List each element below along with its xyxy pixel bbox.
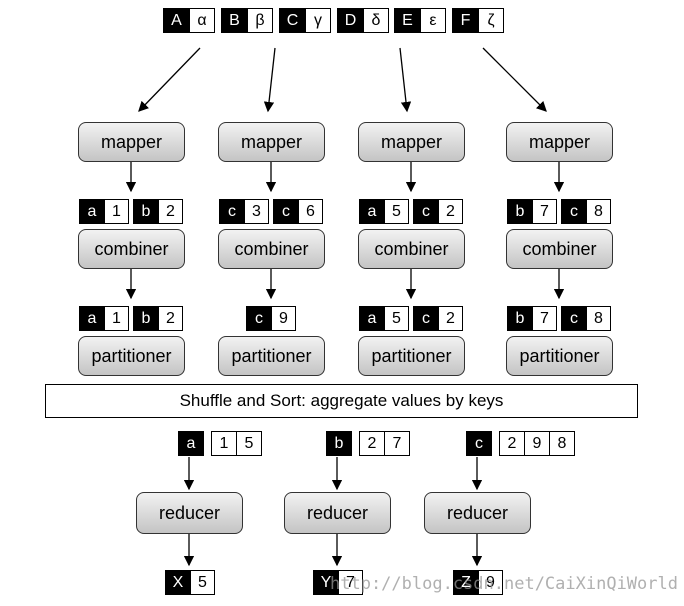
input-value: γ xyxy=(305,8,331,33)
input-key: D xyxy=(337,8,364,33)
partitioner-box: partitioner xyxy=(506,336,613,376)
partitioner-box: partitioner xyxy=(78,336,185,376)
input-value: δ xyxy=(363,8,389,33)
pair-value: 7 xyxy=(532,306,557,331)
reducer-key: b xyxy=(326,431,352,456)
input-key: C xyxy=(279,8,306,33)
pair-key: b xyxy=(133,306,159,331)
reducer-input-value: 1 xyxy=(211,431,237,456)
pair-value: 6 xyxy=(298,199,323,224)
pair-key: b xyxy=(507,306,533,331)
pair-value: 5 xyxy=(384,306,409,331)
pair-value: 7 xyxy=(532,199,557,224)
reducer-input-value: 9 xyxy=(524,431,550,456)
input-value: α xyxy=(189,8,215,33)
arrow xyxy=(138,47,201,112)
combiner-box: combiner xyxy=(78,229,185,269)
pair-value: 8 xyxy=(586,306,611,331)
reducer-input-value: 8 xyxy=(549,431,575,456)
input-key: B xyxy=(221,8,248,33)
input-value: ζ xyxy=(478,8,504,33)
shuffle-and-sort-box: Shuffle and Sort: aggregate values by ke… xyxy=(45,384,638,418)
pair-key: b xyxy=(507,199,533,224)
pair-value: 2 xyxy=(158,199,183,224)
reducer-input-value: 2 xyxy=(359,431,385,456)
partitioner-box: partitioner xyxy=(218,336,325,376)
input-key: A xyxy=(163,8,190,33)
mapreduce-diagram: Shuffle and Sort: aggregate values by ke… xyxy=(0,0,684,606)
input-value: ε xyxy=(420,8,446,33)
pair-key: c xyxy=(413,306,439,331)
output-key: X xyxy=(165,570,191,595)
mapper-box: mapper xyxy=(78,122,185,162)
reducer-input-value: 2 xyxy=(499,431,525,456)
pair-key: c xyxy=(273,199,299,224)
pair-key: c xyxy=(561,199,587,224)
combiner-box: combiner xyxy=(506,229,613,269)
arrow xyxy=(482,47,547,112)
pair-value: 9 xyxy=(271,306,296,331)
input-key: F xyxy=(452,8,479,33)
pair-value: 5 xyxy=(384,199,409,224)
pair-key: c xyxy=(219,199,245,224)
pair-key: a xyxy=(79,306,105,331)
reducer-box: reducer xyxy=(136,492,243,534)
pair-key: c xyxy=(246,306,272,331)
partitioner-box: partitioner xyxy=(358,336,465,376)
pair-key: a xyxy=(79,199,105,224)
reducer-input-value: 7 xyxy=(384,431,410,456)
reducer-key: a xyxy=(178,431,204,456)
pair-value: 2 xyxy=(438,306,463,331)
pair-key: c xyxy=(413,199,439,224)
pair-value: 1 xyxy=(104,306,129,331)
pair-key: c xyxy=(561,306,587,331)
arrow xyxy=(263,47,276,113)
input-key: E xyxy=(394,8,421,33)
pair-value: 8 xyxy=(586,199,611,224)
reducer-box: reducer xyxy=(284,492,391,534)
mapper-box: mapper xyxy=(218,122,325,162)
mapper-box: mapper xyxy=(506,122,613,162)
pair-value: 3 xyxy=(244,199,269,224)
mapper-box: mapper xyxy=(358,122,465,162)
pair-value: 1 xyxy=(104,199,129,224)
input-value: β xyxy=(247,8,273,33)
reducer-key: c xyxy=(466,431,492,456)
pair-value: 2 xyxy=(158,306,183,331)
watermark: http://blog.csdn.net/CaiXinQiWorld xyxy=(330,574,678,594)
reducer-input-value: 5 xyxy=(236,431,262,456)
pair-key: b xyxy=(133,199,159,224)
pair-key: a xyxy=(359,199,385,224)
combiner-box: combiner xyxy=(218,229,325,269)
combiner-box: combiner xyxy=(358,229,465,269)
reducer-box: reducer xyxy=(424,492,531,534)
pair-key: a xyxy=(359,306,385,331)
output-value: 5 xyxy=(190,570,215,595)
arrow xyxy=(399,47,412,113)
pair-value: 2 xyxy=(438,199,463,224)
